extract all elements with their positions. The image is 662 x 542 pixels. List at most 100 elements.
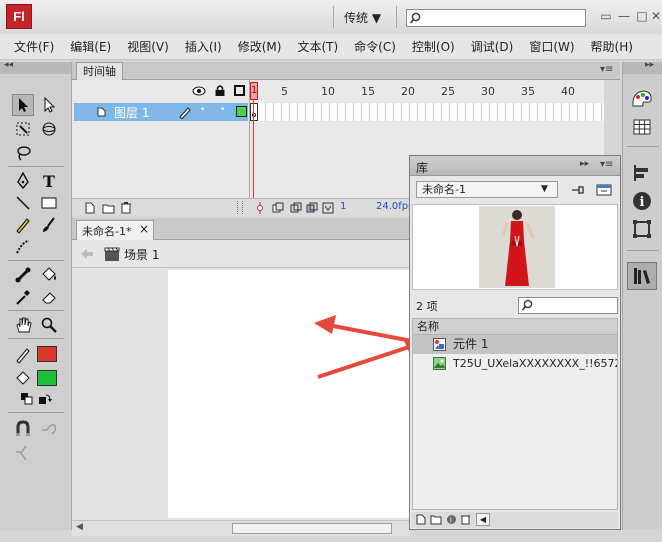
info-panel-icon[interactable]: i [630, 190, 654, 212]
ruler-label: 30 [481, 85, 495, 98]
library-column-header[interactable]: 名称 [412, 318, 618, 335]
menu-control[interactable]: 控制(O) [404, 38, 463, 55]
close-tab-icon[interactable]: × [139, 222, 149, 236]
brush-tool-icon[interactable] [40, 216, 58, 234]
modify-onion-markers-icon[interactable] [322, 202, 334, 214]
stroke-color-swatch[interactable] [37, 346, 57, 362]
properties-icon[interactable]: i [446, 514, 457, 525]
outline-toggle-icon[interactable] [234, 85, 245, 96]
line-tool-icon[interactable] [14, 194, 32, 212]
new-layer-icon[interactable] [84, 202, 96, 214]
eyedropper-tool-icon[interactable] [14, 288, 32, 306]
expand-panel-icon[interactable]: ▸▸ [645, 60, 654, 70]
menu-modify[interactable]: 修改(M) [230, 38, 290, 55]
bone-tool-icon[interactable] [14, 266, 32, 284]
menu-window[interactable]: 窗口(W) [521, 38, 582, 55]
back-arrow-icon[interactable] [80, 248, 94, 260]
menu-view[interactable]: 视图(V) [119, 38, 177, 55]
fill-color-swatch[interactable] [37, 370, 57, 386]
delete-layer-icon[interactable] [120, 201, 132, 214]
black-white-icon[interactable] [20, 392, 38, 410]
straighten-icon[interactable] [14, 444, 32, 462]
show-hide-eye-icon[interactable] [192, 85, 206, 97]
tab-timeline[interactable]: 时间轴 [76, 62, 123, 80]
new-folder-icon[interactable] [430, 514, 442, 525]
library-item-symbol[interactable]: 元件 1 [413, 335, 617, 354]
library-item-name: T25U_UXelaXXXXXXXX_!!6572493 [453, 357, 617, 370]
text-tool-icon[interactable]: T [40, 172, 58, 190]
color-panel-icon[interactable] [630, 88, 654, 110]
transform-panel-icon[interactable] [630, 218, 654, 240]
keyframe[interactable] [250, 103, 258, 121]
scroll-left-icon[interactable]: ◀ [476, 513, 490, 526]
smooth-icon[interactable] [40, 420, 58, 438]
menu-edit[interactable]: 编辑(E) [62, 38, 119, 55]
visible-dot[interactable]: • [200, 105, 205, 115]
layer-name[interactable]: 图层 1 [114, 104, 149, 121]
deco-tool-icon[interactable] [14, 238, 32, 256]
lock-dot[interactable]: • [220, 105, 225, 115]
current-frame-number[interactable]: 1 [340, 201, 346, 212]
menu-commands[interactable]: 命令(C) [346, 38, 404, 55]
pen-tool-icon[interactable] [14, 172, 32, 190]
new-symbol-icon[interactable] [416, 514, 427, 525]
menu-debug[interactable]: 调试(D) [463, 38, 522, 55]
pencil-tool-icon[interactable] [14, 216, 32, 234]
library-menu-icon[interactable]: ▾≡ [600, 159, 613, 170]
collapse-icon[interactable]: ◂◂ [4, 60, 13, 70]
align-panel-icon[interactable] [630, 162, 654, 184]
eraser-tool-icon[interactable] [40, 288, 58, 306]
swap-colors-icon[interactable] [38, 392, 56, 410]
onion-skin-outlines-icon[interactable] [290, 202, 302, 214]
tools-divider [8, 166, 64, 167]
ruler-label: 35 [521, 85, 535, 98]
menu-help[interactable]: 帮助(H) [583, 38, 641, 55]
hand-tool-icon[interactable] [14, 316, 32, 334]
scene-name[interactable]: 场景 1 [124, 246, 159, 263]
library-panel-button[interactable] [627, 262, 657, 290]
help-search-input[interactable] [406, 9, 586, 27]
layer-row[interactable]: 图层 1 • • [74, 103, 248, 121]
horizontal-scrollbar[interactable]: ◀ [72, 520, 410, 536]
lock-icon[interactable] [214, 84, 226, 97]
onion-skin-icon[interactable] [272, 202, 284, 214]
ruler-label: 10 [321, 85, 335, 98]
layer-frames[interactable] [250, 103, 604, 121]
subselection-tool-icon[interactable] [40, 96, 58, 114]
tools-divider [8, 260, 64, 261]
center-frame-icon[interactable] [255, 202, 265, 214]
library-document-select[interactable]: 未命名-1 ▼ [416, 181, 558, 198]
library-item-bitmap[interactable]: T25U_UXelaXXXXXXXX_!!6572493 [413, 354, 617, 373]
pin-icon[interactable] [570, 183, 584, 197]
menu-insert[interactable]: 插入(I) [177, 38, 230, 55]
snap-to-objects-icon[interactable] [14, 420, 32, 438]
scroll-left-icon[interactable]: ◀ [76, 522, 83, 532]
frame-rate[interactable]: 24.0fps [376, 201, 413, 212]
3d-rotation-tool-icon[interactable] [40, 120, 58, 138]
new-library-panel-icon[interactable] [596, 183, 612, 197]
panel-menu-icon[interactable]: ▾≡ [600, 64, 613, 75]
free-transform-tool-icon[interactable] [14, 120, 32, 138]
minimize-button[interactable]: — [616, 8, 632, 24]
playhead[interactable]: 1 [250, 82, 258, 100]
selection-tool-icon[interactable] [14, 96, 32, 114]
layer-outline-color[interactable] [236, 106, 247, 117]
delete-icon[interactable] [460, 513, 471, 525]
new-folder-icon[interactable] [102, 202, 115, 214]
workspace-switcher[interactable]: 传统 ▼ [344, 9, 381, 26]
lasso-tool-icon[interactable] [14, 144, 32, 162]
library-search-input[interactable] [518, 297, 618, 314]
zoom-tool-icon[interactable] [40, 316, 58, 334]
edit-multiple-frames-icon[interactable] [306, 202, 318, 214]
menu-file[interactable]: 文件(F) [6, 38, 62, 55]
scroll-thumb[interactable] [232, 523, 392, 534]
menu-text[interactable]: 文本(T) [289, 38, 346, 55]
restore-panels-button[interactable]: ▭ [598, 8, 614, 24]
tab-document[interactable]: 未命名-1* × [76, 220, 154, 240]
close-button[interactable]: ✕ [648, 8, 662, 24]
paint-bucket-tool-icon[interactable] [40, 266, 58, 284]
scroll-grip[interactable] [237, 201, 243, 214]
rectangle-tool-icon[interactable] [40, 194, 58, 212]
expand-panel-icon[interactable]: ▸▸ [580, 159, 589, 169]
swatches-panel-icon[interactable] [630, 116, 654, 138]
